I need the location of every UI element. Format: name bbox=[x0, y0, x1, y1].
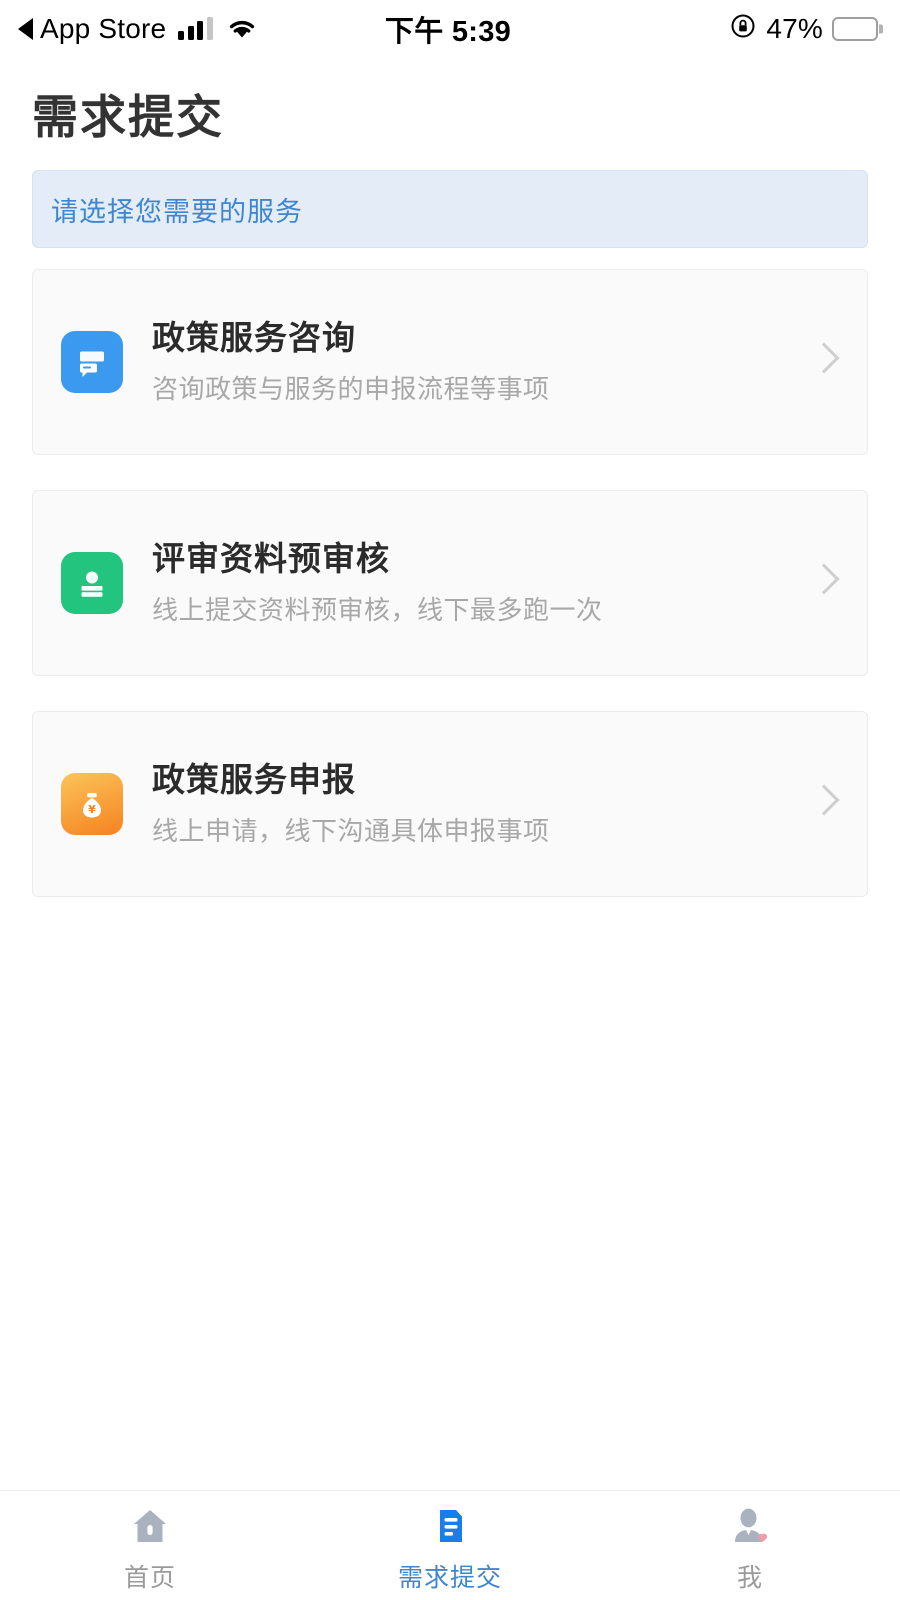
status-bar-clock: 下午 5:39 bbox=[384, 16, 512, 48]
battery-percent-label: 47% bbox=[766, 13, 823, 44]
money-bag-icon: ¥ bbox=[61, 773, 123, 836]
service-card-text: 政策服务咨询 咨询政策与服务的申报流程等事项 bbox=[152, 317, 797, 407]
status-bar-right: 47% bbox=[628, 12, 878, 47]
tab-profile[interactable]: 我 bbox=[600, 1491, 900, 1600]
service-card-title: 评审资料预审核 bbox=[152, 540, 390, 578]
battery-icon bbox=[832, 17, 878, 41]
chevron-right-icon[interactable] bbox=[811, 782, 837, 826]
service-card-title: 政策服务申报 bbox=[152, 761, 356, 799]
wifi-icon bbox=[226, 17, 258, 41]
status-bar-left: App Store bbox=[18, 13, 268, 45]
svg-text:¥: ¥ bbox=[88, 803, 96, 816]
notice-text: 请选择您需要的服务 bbox=[51, 196, 303, 227]
status-back-app-label[interactable]: App Store bbox=[40, 13, 166, 45]
service-card-material-prereview[interactable]: 评审资料预审核 线上提交资料预审核，线下最多跑一次 bbox=[32, 490, 868, 677]
tab-home[interactable]: 首页 bbox=[0, 1491, 300, 1600]
tab-label: 首页 bbox=[123, 1564, 176, 1592]
profile-person-icon bbox=[727, 1503, 773, 1549]
id-card-icon bbox=[61, 552, 123, 615]
service-selection-notice: 请选择您需要的服务 bbox=[32, 170, 868, 249]
service-card-title: 政策服务咨询 bbox=[152, 319, 356, 357]
tab-label: 需求提交 bbox=[397, 1564, 502, 1592]
chevron-right-icon[interactable] bbox=[811, 340, 837, 384]
document-icon bbox=[427, 1503, 473, 1549]
cellular-signal-icon bbox=[178, 17, 213, 40]
home-icon bbox=[127, 1503, 173, 1549]
tab-requirement-submission[interactable]: 需求提交 bbox=[300, 1491, 600, 1600]
service-card-policy-application[interactable]: ¥ 政策服务申报 线上申请，线下沟通具体申报事项 bbox=[32, 711, 868, 898]
service-card-policy-consultation[interactable]: 政策服务咨询 咨询政策与服务的申报流程等事项 bbox=[32, 269, 868, 456]
tab-label: 我 bbox=[736, 1564, 763, 1592]
page-title: 需求提交 bbox=[32, 91, 224, 143]
service-card-subtitle: 咨询政策与服务的申报流程等事项 bbox=[152, 374, 550, 405]
service-card-subtitle: 线上申请，线下沟通具体申报事项 bbox=[152, 816, 550, 847]
status-bar: App Store 下午 5:39 47% bbox=[0, 0, 900, 58]
back-triangle-icon[interactable] bbox=[18, 18, 33, 40]
chat-message-icon bbox=[61, 331, 123, 394]
service-card-list: 政策服务咨询 咨询政策与服务的申报流程等事项 评审资料预审核 线上提交资料预审核… bbox=[0, 269, 900, 898]
service-card-text: 政策服务申报 线上申请，线下沟通具体申报事项 bbox=[152, 759, 797, 849]
service-card-text: 评审资料预审核 线上提交资料预审核，线下最多跑一次 bbox=[152, 538, 797, 628]
bottom-tab-bar: 首页 需求提交 我 bbox=[0, 1490, 900, 1600]
service-card-subtitle: 线上提交资料预审核，线下最多跑一次 bbox=[152, 595, 603, 626]
app-screen: App Store 下午 5:39 47% 需求提交 请选择您需要的服务 政策服… bbox=[0, 0, 900, 1600]
rotation-lock-icon bbox=[729, 12, 757, 47]
chevron-right-icon[interactable] bbox=[811, 561, 837, 605]
